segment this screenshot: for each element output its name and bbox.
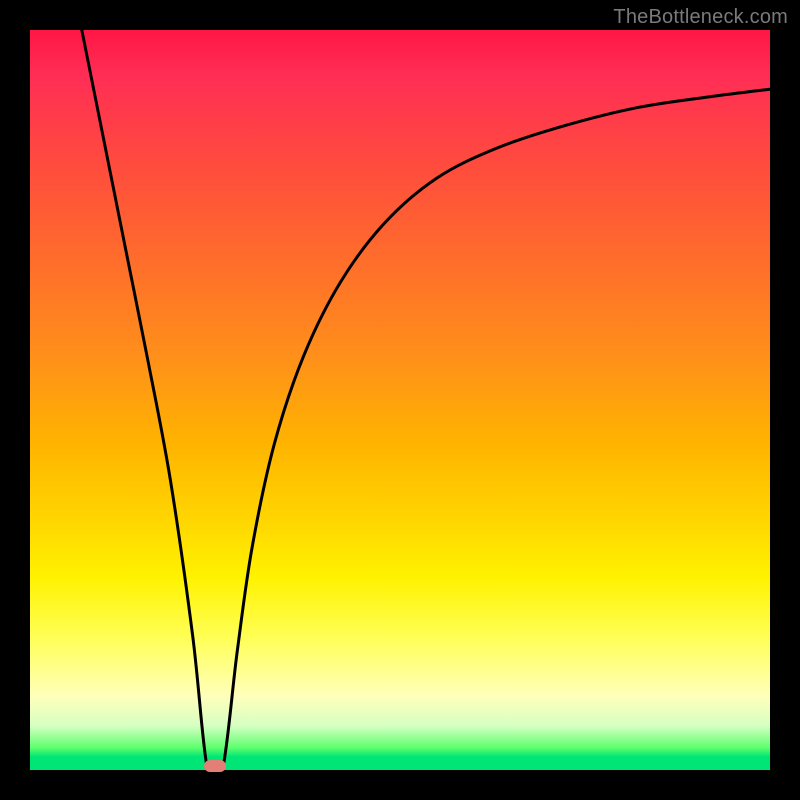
optimal-point-marker	[204, 760, 226, 772]
chart-frame: TheBottleneck.com	[0, 0, 800, 800]
bottleneck-curve	[82, 30, 770, 786]
watermark-text: TheBottleneck.com	[613, 6, 788, 29]
plot-area	[30, 30, 770, 770]
curve-svg	[30, 30, 770, 770]
